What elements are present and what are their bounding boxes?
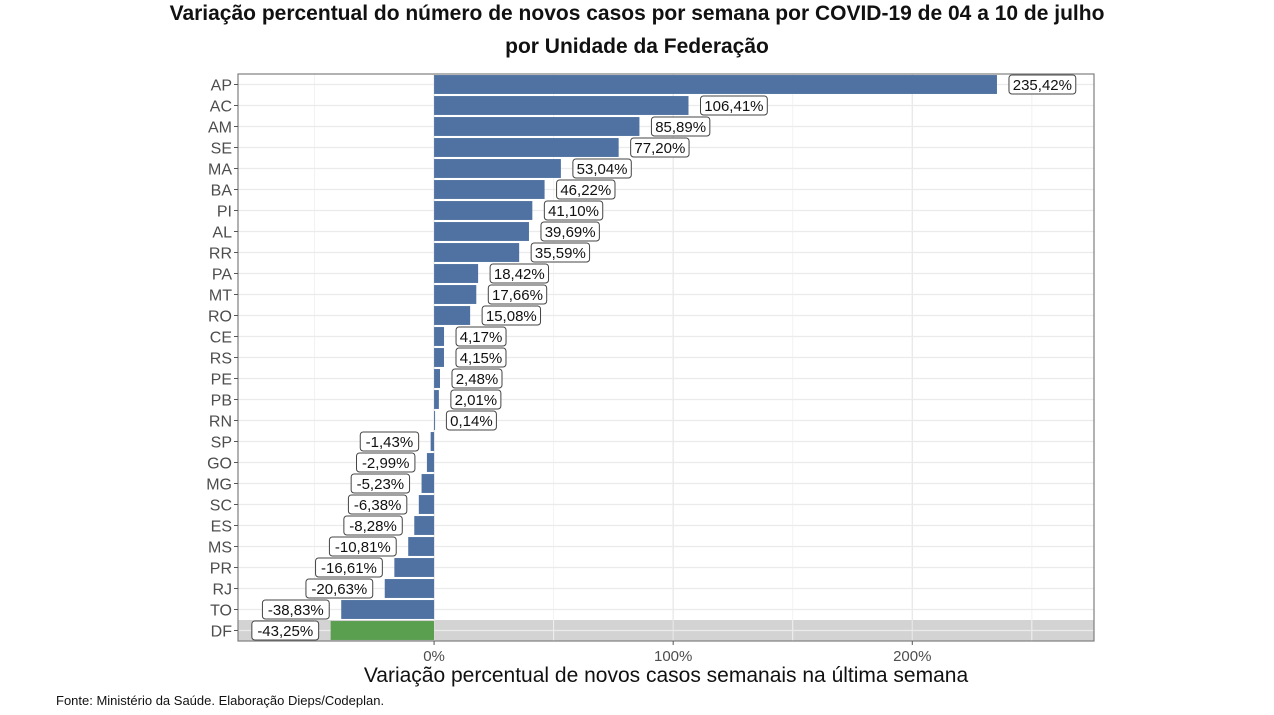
data-label: -38,83% xyxy=(268,602,324,619)
y-tick-label: SE xyxy=(211,141,232,158)
source-note: Fonte: Ministério da Saúde. Elaboração D… xyxy=(56,693,385,708)
data-label: -2,99% xyxy=(362,455,410,472)
y-tick-label: RN xyxy=(209,414,232,431)
bar-pr xyxy=(394,558,435,577)
y-tick-label: GO xyxy=(207,456,232,473)
data-label: 53,04% xyxy=(577,161,628,178)
bar-rn xyxy=(434,411,436,430)
bar-chart: 235,42% 106,41% 85,89% 77,20% 53,04% 46,22% 41… xyxy=(206,73,1095,687)
data-label: 85,89% xyxy=(655,119,706,136)
bar-se xyxy=(434,138,619,157)
bar-pi xyxy=(434,201,533,220)
data-label: -5,23% xyxy=(357,476,405,493)
bar-go xyxy=(426,453,435,472)
data-label: -16,61% xyxy=(321,560,377,577)
x-tick-label: 200% xyxy=(893,648,931,665)
data-label: 106,41% xyxy=(704,98,763,115)
bar-mt xyxy=(434,285,477,304)
data-label: 235,42% xyxy=(1013,77,1072,94)
y-tick-label: MA xyxy=(208,162,232,179)
y-tick-label: RS xyxy=(210,351,232,368)
bar-am xyxy=(434,117,640,136)
y-tick-label: RR xyxy=(209,246,232,263)
data-label: 39,69% xyxy=(545,224,596,241)
data-label: 15,08% xyxy=(486,308,537,325)
data-label: -43,25% xyxy=(257,623,313,640)
data-label: 0,14% xyxy=(450,413,493,430)
data-label: 41,10% xyxy=(548,203,599,220)
bar-sc xyxy=(418,495,435,514)
y-tick-label: PE xyxy=(211,372,232,389)
bar-to xyxy=(341,600,435,619)
y-tick-label: PA xyxy=(212,267,232,284)
bar-ap xyxy=(434,75,997,94)
bar-al xyxy=(434,222,529,241)
y-tick-label: RO xyxy=(208,309,232,326)
bar-pe xyxy=(434,369,440,388)
bar-rs xyxy=(434,348,444,367)
bar-ma xyxy=(434,159,561,178)
data-label: -1,43% xyxy=(366,434,414,451)
x-tick-label: 0% xyxy=(423,648,445,665)
bar-sp xyxy=(430,432,435,451)
data-label: 2,01% xyxy=(455,392,498,409)
bar-rj xyxy=(384,579,435,598)
data-label: 4,15% xyxy=(460,350,503,367)
y-tick-label: SP xyxy=(211,435,232,452)
bar-pb xyxy=(434,390,439,409)
x-axis-title: Variação percentual de novos casos seman… xyxy=(364,664,969,687)
data-label: 46,22% xyxy=(560,182,611,199)
bar-df xyxy=(330,621,435,640)
y-tick-label: ES xyxy=(211,519,232,536)
y-tick-label: PR xyxy=(210,561,232,578)
bar-ms xyxy=(408,537,435,556)
bar-ba xyxy=(434,180,545,199)
data-label: 2,48% xyxy=(456,371,499,388)
bar-rr xyxy=(434,243,520,262)
y-tick-label: RJ xyxy=(212,582,232,599)
data-label: 18,42% xyxy=(494,266,545,283)
y-tick-label: PI xyxy=(217,204,232,221)
bar-es xyxy=(414,516,435,535)
y-tick-label: MS xyxy=(208,540,232,557)
y-tick-label: MG xyxy=(206,477,232,494)
data-label: -20,63% xyxy=(311,581,367,598)
data-label: 4,17% xyxy=(460,329,503,346)
bar-ac xyxy=(434,96,689,115)
bar-ro xyxy=(434,306,471,325)
data-label: -6,38% xyxy=(354,497,402,514)
bar-mg xyxy=(421,474,435,493)
y-tick-label: AC xyxy=(210,99,232,116)
data-label: -10,81% xyxy=(335,539,391,556)
y-tick-label: BA xyxy=(211,183,233,200)
data-label: 35,59% xyxy=(535,245,586,262)
y-tick-label: CE xyxy=(210,330,232,347)
bar-pa xyxy=(434,264,479,283)
y-tick-label: AL xyxy=(212,225,232,242)
y-tick-label: PB xyxy=(211,393,232,410)
data-label: 17,66% xyxy=(492,287,543,304)
x-tick-label: 100% xyxy=(654,648,692,665)
y-tick-label: MT xyxy=(209,288,232,305)
y-tick-label: DF xyxy=(211,624,233,641)
bar-ce xyxy=(434,327,445,346)
y-tick-label: AP xyxy=(211,78,232,95)
data-label: 77,20% xyxy=(634,140,685,157)
data-label: -8,28% xyxy=(349,518,397,535)
y-tick-label: TO xyxy=(210,603,232,620)
y-tick-label: AM xyxy=(208,120,232,137)
y-tick-label: SC xyxy=(210,498,232,515)
